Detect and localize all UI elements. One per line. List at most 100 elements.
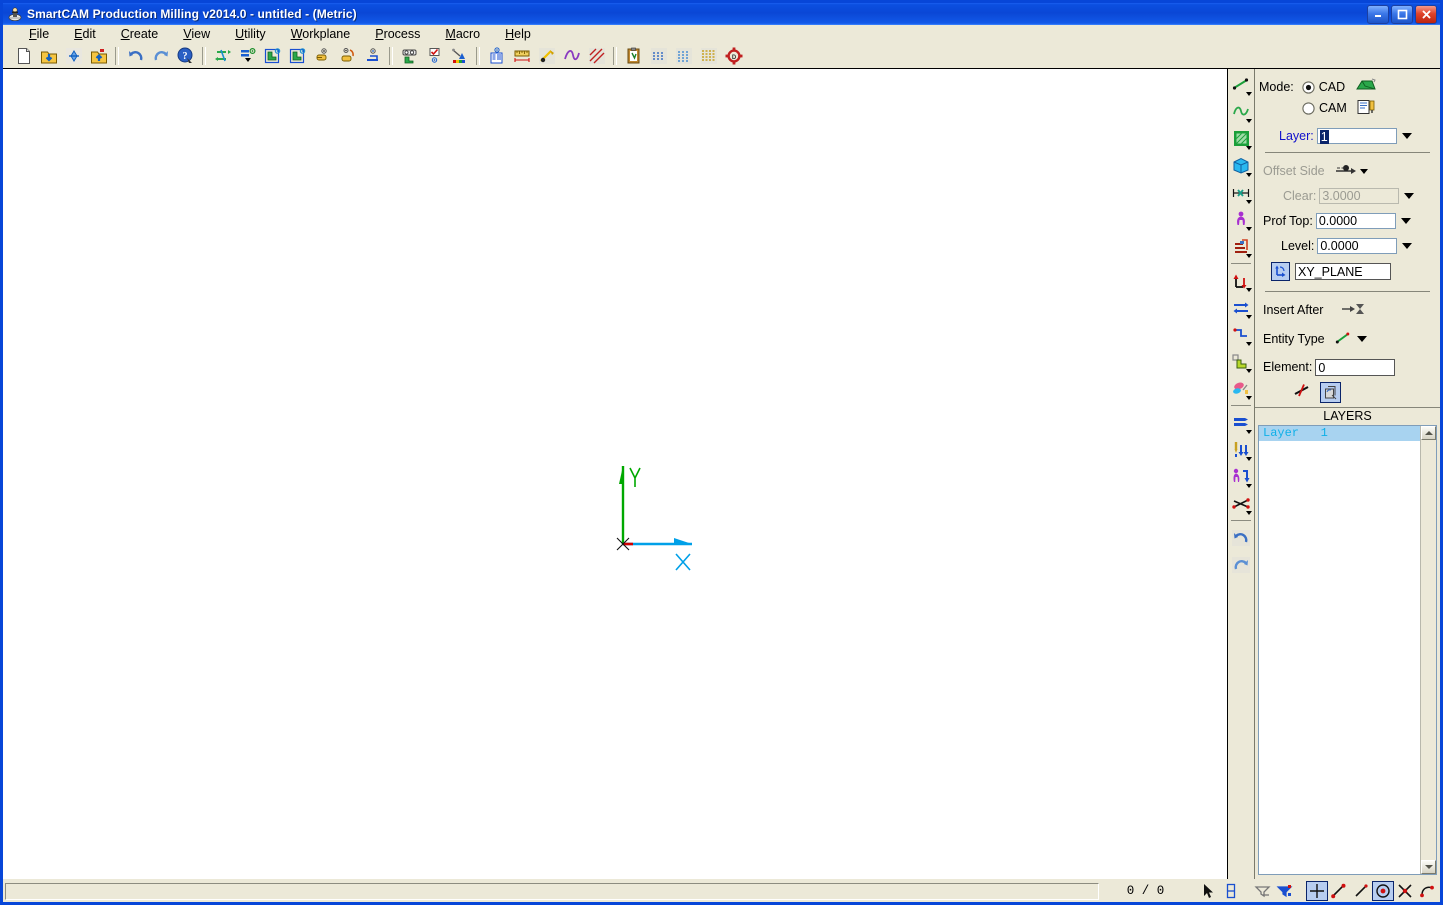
new-file-icon[interactable] <box>11 45 36 67</box>
verify-icon[interactable] <box>397 45 422 67</box>
assembly-icon[interactable] <box>1229 233 1253 260</box>
list-order-icon[interactable] <box>235 45 260 67</box>
chevron-down-icon[interactable] <box>1246 342 1252 346</box>
level-dropdown-arrow[interactable] <box>1402 243 1413 249</box>
prof-top-input[interactable]: 0.0000 <box>1315 213 1396 229</box>
snap-midpoint-icon[interactable] <box>1350 881 1372 901</box>
move-copy-icon[interactable] <box>1229 267 1253 294</box>
layers-list[interactable]: Layer 1 <box>1259 426 1420 874</box>
view-extents-icon[interactable] <box>360 45 385 67</box>
scroll-up-arrow[interactable] <box>1421 426 1436 440</box>
chevron-down-icon[interactable] <box>1246 484 1252 488</box>
layer-dropdown-arrow[interactable] <box>1401 133 1412 139</box>
entity-type-dropdown-arrow[interactable] <box>1356 336 1367 342</box>
chevron-down-icon[interactable] <box>1246 173 1252 177</box>
prof-top-dropdown-arrow[interactable] <box>1400 218 1411 224</box>
cam-mode-icon[interactable] <box>1357 99 1379 118</box>
hatch-icon[interactable] <box>584 45 609 67</box>
menu-item-edit[interactable]: Edit <box>62 26 109 42</box>
chevron-down-icon[interactable] <box>1246 430 1252 434</box>
zoom-in-icon[interactable] <box>1229 524 1253 551</box>
dimension-icon[interactable] <box>1229 179 1253 206</box>
chevron-down-icon[interactable] <box>1246 146 1252 150</box>
menu-item-create[interactable]: Create <box>109 26 172 42</box>
drill-process-icon[interactable] <box>1229 436 1253 463</box>
list-item[interactable]: Layer 1 <box>1259 426 1420 441</box>
figure-icon[interactable] <box>1229 206 1253 233</box>
maximize-button[interactable] <box>1391 4 1413 24</box>
process-1-icon[interactable] <box>646 45 671 67</box>
help-cursor-icon[interactable]: ? <box>173 45 198 67</box>
layout-report-icon[interactable] <box>484 45 509 67</box>
chevron-down-icon[interactable] <box>1246 315 1252 319</box>
filter-on-icon[interactable] <box>1274 881 1296 901</box>
snap-tangent-icon[interactable] <box>1416 881 1438 901</box>
insert-after-icon[interactable] <box>1341 302 1365 319</box>
snap-center-icon[interactable] <box>1372 881 1394 901</box>
create-spline-icon[interactable] <box>1229 98 1253 125</box>
redo-icon[interactable] <box>148 45 173 67</box>
chevron-down-icon[interactable] <box>1246 457 1252 461</box>
measure-icon[interactable] <box>509 45 534 67</box>
mirror-icon[interactable] <box>1229 294 1253 321</box>
workplane-input[interactable]: XY_PLANE <box>1295 262 1391 280</box>
chevron-down-icon[interactable] <box>1246 288 1252 292</box>
create-surface-icon[interactable] <box>1229 125 1253 152</box>
save-file-icon[interactable] <box>86 45 111 67</box>
menu-item-process[interactable]: Process <box>363 26 433 42</box>
snap-intersection-icon[interactable] <box>1394 881 1416 901</box>
create-solid-icon[interactable] <box>1229 152 1253 179</box>
clipboard-icon[interactable] <box>621 45 646 67</box>
chevron-down-icon[interactable] <box>1246 396 1252 400</box>
level-input[interactable]: 0.0000 <box>1317 238 1398 254</box>
snap-toggle-icon[interactable] <box>1220 881 1242 901</box>
transform-icon[interactable] <box>1229 321 1253 348</box>
undo-icon[interactable] <box>123 45 148 67</box>
menu-item-view[interactable]: View <box>171 26 223 42</box>
scroll-down-arrow[interactable] <box>1421 860 1436 874</box>
chevron-down-icon[interactable] <box>1246 369 1252 373</box>
settings-gear-icon[interactable]: D <box>721 45 746 67</box>
chevron-down-icon[interactable] <box>1246 119 1252 123</box>
clear-input[interactable]: 3.0000 <box>1319 188 1400 204</box>
layers-scrollbar[interactable] <box>1420 426 1436 874</box>
zoom-out-icon[interactable] <box>1229 551 1253 578</box>
menu-item-help[interactable]: Help <box>493 26 544 42</box>
layers-list-box[interactable]: Layer 1 <box>1258 425 1437 875</box>
close-button[interactable] <box>1415 4 1437 24</box>
merge-file-icon[interactable] <box>61 45 86 67</box>
chevron-down-icon[interactable] <box>1246 92 1252 96</box>
show-layer-icon[interactable] <box>260 45 285 67</box>
entity-type-line-icon[interactable] <box>1335 331 1351 348</box>
filter-off-icon[interactable] <box>1252 881 1274 901</box>
mode-radio-cam[interactable]: CAM <box>1302 101 1347 115</box>
chevron-down-icon[interactable] <box>1246 254 1252 258</box>
pointer-icon[interactable] <box>1198 881 1220 901</box>
view-window-icon[interactable] <box>310 45 335 67</box>
check-geometry-icon[interactable] <box>422 45 447 67</box>
menu-item-workplane[interactable]: Workplane <box>279 26 364 42</box>
fillet-icon[interactable] <box>559 45 584 67</box>
copy-entity-icon[interactable] <box>1320 381 1341 403</box>
process-3-icon[interactable] <box>696 45 721 67</box>
offset-side-dropdown-arrow[interactable] <box>1359 168 1368 174</box>
menu-item-file[interactable]: File <box>17 26 62 42</box>
regenerate-icon[interactable] <box>210 45 235 67</box>
pocket-process-icon[interactable] <box>1229 490 1253 517</box>
paint-color-icon[interactable] <box>1229 375 1253 402</box>
snap-crosshair-icon[interactable] <box>1306 881 1328 901</box>
chevron-down-icon[interactable] <box>1246 200 1252 204</box>
shape-edit-icon[interactable] <box>1229 348 1253 375</box>
menu-item-macro[interactable]: Macro <box>433 26 493 42</box>
cad-mode-icon[interactable] <box>1355 78 1377 96</box>
layer-input[interactable]: 1 <box>1316 128 1397 144</box>
snap-endpoint-icon[interactable] <box>1328 881 1350 901</box>
workplane-axes-icon[interactable] <box>1271 261 1290 281</box>
not-equal-icon[interactable] <box>1293 383 1310 401</box>
minimize-button[interactable] <box>1367 4 1389 24</box>
hide-layer-icon[interactable] <box>285 45 310 67</box>
mode-radio-cad[interactable]: CAD <box>1302 80 1345 94</box>
menu-item-utility[interactable]: Utility <box>223 26 279 42</box>
open-file-icon[interactable] <box>36 45 61 67</box>
list-edit-icon[interactable] <box>1229 409 1253 436</box>
